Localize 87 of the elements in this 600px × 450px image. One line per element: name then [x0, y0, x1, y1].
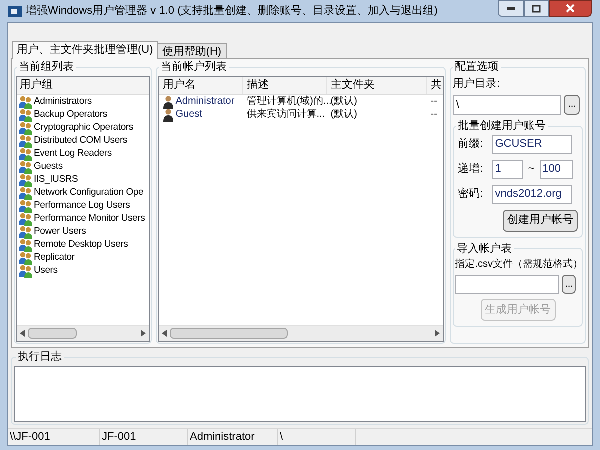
app-icon [8, 6, 22, 16]
list-item[interactable]: Cryptographic Operators [34, 123, 134, 133]
table-cell: -- [430, 110, 438, 120]
close-button[interactable] [549, 0, 592, 17]
status-text: JF-001 [102, 430, 136, 445]
list-item[interactable]: Event Log Readers [34, 149, 112, 159]
user-group-icon [19, 186, 33, 200]
list-item[interactable]: Remote Desktop Users [34, 240, 128, 250]
account-list[interactable]: 用户名 描述 主文件夹 共 Administrator 管理计算机(域)的...(默认) -- Guest 供来宾访问计算... (默认) -- [158, 76, 444, 342]
list-item[interactable]: Performance Log Users [34, 201, 130, 211]
column-header[interactable]: 用户名 [158, 76, 243, 94]
scroll-right-icon[interactable] [140, 330, 146, 337]
maximize-icon [532, 4, 541, 12]
user-group-icon [19, 96, 33, 108]
minimize-button[interactable] [498, 0, 524, 17]
maximize-button[interactable] [524, 0, 549, 17]
list-item[interactable]: IIS_IUSRS [34, 175, 78, 185]
prefix-field[interactable]: GCUSER [492, 134, 572, 154]
user-group-icon [19, 174, 33, 186]
group-title: 批量创建用户账号 [457, 118, 548, 134]
browse-button[interactable]: ... [564, 95, 580, 115]
status-text: \\JF-001 [10, 430, 50, 445]
table-cell: 管理计算机(域)的... [246, 97, 332, 107]
user-group-icon [19, 200, 33, 212]
group-title: 当前帐户列表 [160, 60, 228, 75]
table-cell: Administrator [176, 97, 235, 107]
table-cell: (默认) [330, 110, 358, 120]
tab[interactable]: 用户、主文件夹批理管理(U) [12, 41, 158, 59]
group-list[interactable] [16, 76, 150, 342]
close-icon [566, 4, 575, 13]
table-cell: Guest [176, 110, 202, 120]
user-icon [162, 108, 174, 122]
group-title: 配置选项 [454, 60, 500, 75]
field-label: 递增: [458, 162, 484, 177]
user-icon [162, 96, 174, 108]
group-title: 当前组列表 [18, 60, 75, 75]
table-cell: -- [430, 97, 438, 107]
password-field[interactable]: vnds2012.org [492, 184, 572, 204]
list-item[interactable]: Network Configuration Ope [34, 188, 144, 198]
user-group-icon [19, 160, 33, 174]
column-header[interactable]: 用户组 [17, 76, 149, 94]
horizontal-scrollbar[interactable] [17, 325, 149, 341]
user-group-icon [19, 148, 33, 160]
user-group-icon [19, 264, 33, 278]
user-group-icon [19, 108, 33, 122]
table-cell: (默认) [330, 97, 358, 107]
column-header[interactable]: 描述 [242, 76, 327, 94]
list-item[interactable]: Administrators [34, 97, 92, 107]
minimize-icon [507, 7, 515, 10]
browse-button[interactable]: ... [562, 275, 576, 294]
field-label: 前缀: [458, 136, 484, 152]
field-label: 用户目录: [453, 76, 502, 92]
user-group-icon [19, 226, 33, 238]
horizontal-scrollbar[interactable] [158, 325, 444, 341]
field-label: 密码: [458, 186, 484, 202]
range-start-field[interactable]: 1 [492, 160, 524, 178]
user-group-icon [19, 212, 33, 226]
csv-file-field[interactable] [455, 275, 560, 294]
range-end-field[interactable]: 100 [540, 160, 573, 178]
window-title: 增强Windows用户管理器 v 1.0 (支持批量创建、删除账号、目录设置、加入与退出组) [26, 4, 438, 19]
group-title: 执行日志 [17, 350, 63, 365]
list-item[interactable]: Users [34, 266, 58, 276]
log-area[interactable] [14, 366, 586, 422]
hint-text: 指定.csv文件（需规范格式） [455, 258, 581, 272]
column-header[interactable]: 共 [426, 76, 444, 94]
list-item[interactable]: Replicator [34, 253, 75, 263]
scroll-left-icon[interactable] [20, 330, 25, 337]
list-item[interactable]: Backup Operators [34, 110, 108, 120]
tab[interactable]: 使用帮助(H) [157, 43, 227, 58]
list-item[interactable]: Performance Monitor Users [34, 214, 146, 224]
user-group-icon [19, 238, 33, 252]
status-text: Administrator [190, 430, 255, 445]
create-accounts-button[interactable]: 创建用户帐号 [503, 210, 578, 232]
directory-field[interactable]: \ [453, 95, 562, 115]
list-item[interactable]: Power Users [34, 227, 86, 237]
user-group-icon [19, 134, 33, 148]
list-item[interactable]: Guests [34, 162, 63, 172]
user-group-icon [19, 122, 33, 134]
column-header[interactable]: 主文件夹 [326, 76, 427, 94]
user-group-icon [19, 252, 33, 264]
group-title: 导入帐户表 [456, 242, 514, 256]
scroll-left-icon[interactable] [162, 330, 167, 337]
scroll-right-icon[interactable] [435, 330, 440, 337]
status-text: \ [280, 430, 284, 445]
range-separator: ~ [527, 162, 536, 177]
list-item[interactable]: Distributed COM Users [34, 136, 128, 146]
table-cell: 供来宾访问计算... [246, 110, 326, 120]
